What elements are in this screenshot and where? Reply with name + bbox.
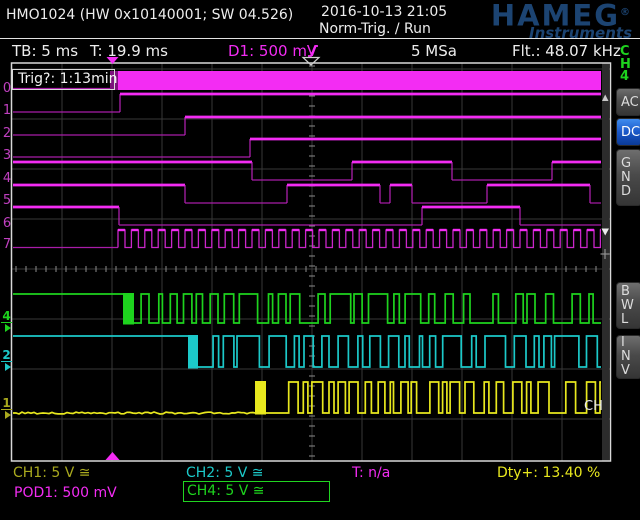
channel1-position-marker: 1	[1, 397, 15, 419]
pod-bit-label-3: 3	[2, 149, 12, 163]
duty-cycle-readout: Dty+: 13.40 %	[497, 465, 600, 481]
pod-bit-label-4: 4	[2, 172, 12, 186]
pod1-scale-readout: POD1: 500 mV	[14, 485, 117, 501]
partial-channel-popup-label: CH	[584, 399, 603, 414]
trigger-time-readout: T: n/a	[352, 465, 390, 481]
pod-bit-label-0: 0	[2, 82, 12, 96]
ch1-coupling-readout: CH1: 5 V ≅	[13, 465, 91, 481]
sidebar-button-inv[interactable]: INV	[616, 335, 640, 379]
pod-bit-label-1: 1	[2, 104, 12, 118]
channel4-arrow-icon	[5, 324, 11, 332]
pod-bit-label-7: 7	[2, 238, 12, 252]
sidebar-button-gnd[interactable]: GND	[616, 149, 640, 206]
ch4-coupling-readout-selected: CH4: 5 V ≅	[183, 481, 330, 502]
pod-bit-label-6: 6	[2, 217, 12, 231]
channel2-arrow-icon	[5, 363, 11, 371]
pod-bit-label-5: 5	[2, 194, 12, 208]
trigger-warning-box: Trig?: 1:13min	[12, 69, 115, 90]
ch2-coupling-readout: CH2: 5 V ≅	[186, 465, 264, 481]
sidebar-button-dc[interactable]: DC	[616, 118, 640, 146]
channel4-position-marker: 4	[1, 310, 15, 332]
channel1-arrow-icon	[5, 411, 11, 419]
sidebar-button-ac[interactable]: AC	[616, 88, 640, 116]
sidebar-button-bwl[interactable]: BWL	[616, 282, 640, 329]
pod-bit-label-2: 2	[2, 127, 12, 141]
sidebar-channel-title: CH4	[620, 46, 631, 84]
channel2-position-marker: 2	[1, 349, 15, 371]
oscilloscope-screen: HMO1024 (HW 0x10140001; SW 04.526) 2016-…	[0, 0, 640, 520]
